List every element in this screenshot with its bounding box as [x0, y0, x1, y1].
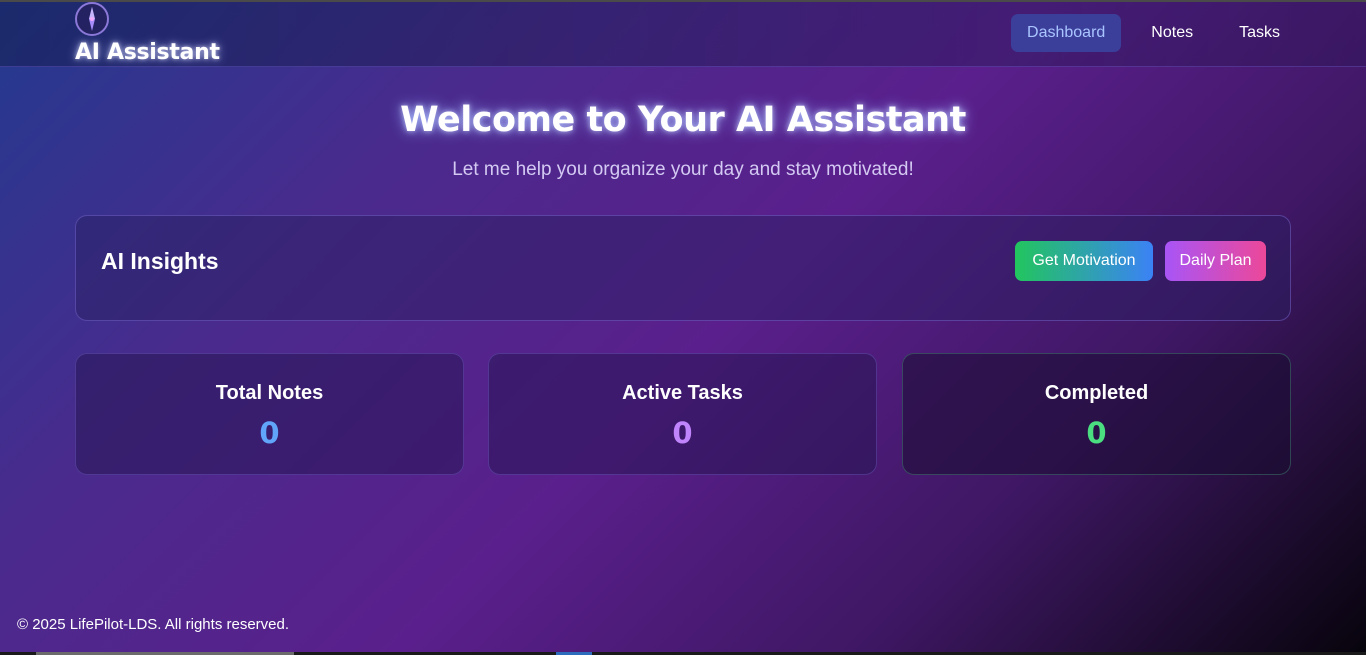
- stat-label: Active Tasks: [622, 382, 743, 404]
- nav-tasks[interactable]: Tasks: [1223, 14, 1296, 52]
- stat-value: 0: [1086, 416, 1107, 450]
- navbar: AI Assistant Dashboard Notes Tasks: [0, 2, 1366, 67]
- ai-insights-title: AI Insights: [101, 248, 219, 274]
- footer-copyright: © 2025 LifePilot-LDS. All rights reserve…: [17, 616, 290, 633]
- stat-label: Total Notes: [215, 382, 324, 404]
- daily-plan-button[interactable]: Daily Plan: [1165, 241, 1266, 281]
- nav-links: Dashboard Notes Tasks: [1011, 14, 1296, 52]
- hero-title: Welcome to Your AI Assistant: [400, 100, 966, 140]
- compass-icon: [75, 2, 109, 36]
- stat-value: 0: [259, 416, 280, 450]
- stat-card-total-notes: Total Notes 0: [75, 353, 464, 475]
- get-motivation-button[interactable]: Get Motivation: [1015, 241, 1153, 281]
- stat-card-active-tasks: Active Tasks 0: [488, 353, 877, 475]
- nav-notes[interactable]: Notes: [1135, 14, 1209, 52]
- hero-subtitle: Let me help you organize your day and st…: [452, 159, 914, 180]
- brand-title: AI Assistant: [75, 40, 220, 65]
- nav-dashboard[interactable]: Dashboard: [1011, 14, 1122, 52]
- stat-value: 0: [672, 416, 693, 450]
- stat-label: Completed: [1044, 382, 1149, 404]
- stat-card-completed: Completed 0: [902, 353, 1291, 475]
- ai-insights-card: AI Insights Get Motivation Daily Plan: [75, 215, 1291, 321]
